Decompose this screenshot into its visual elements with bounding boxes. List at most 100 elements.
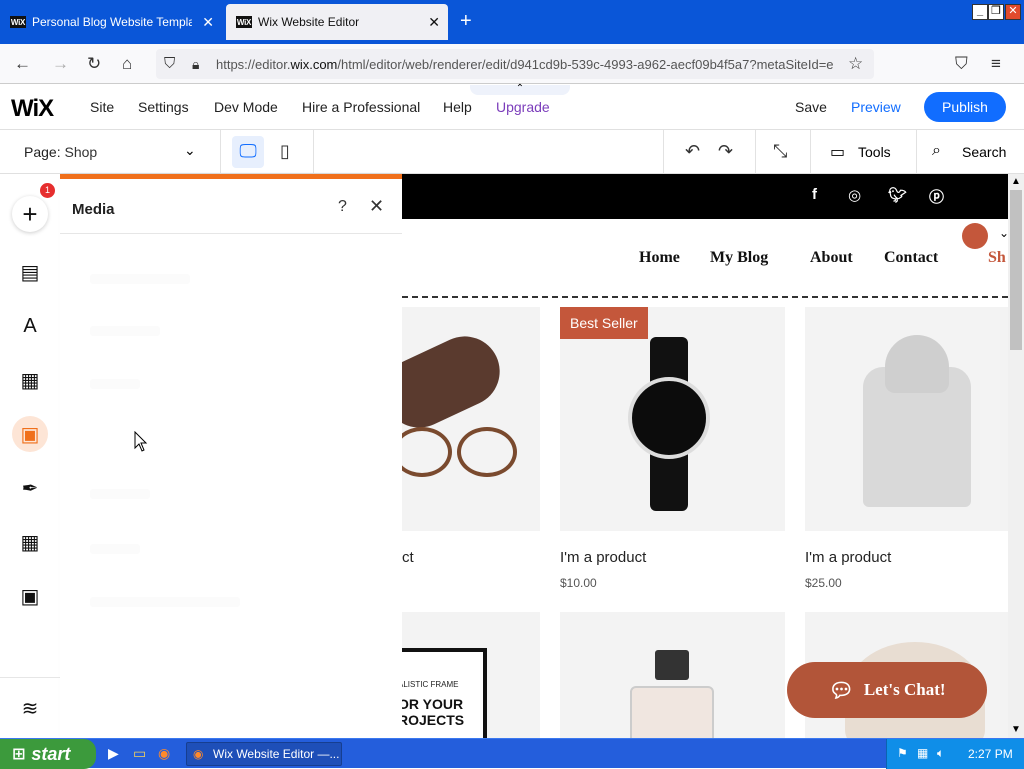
start-button[interactable]: ⊞ start (0, 739, 96, 769)
left-sidebar: + ▤ A ▦ ▣ ✒ ▦ ▣ ≋ (0, 174, 60, 738)
taskbar-item-wix-editor[interactable]: ◉ Wix Website Editor —... (186, 742, 342, 766)
menu-hire-professional[interactable]: Hire a Professional (302, 99, 420, 115)
tools-button[interactable]: ▭ Tools (830, 142, 891, 162)
new-tab-icon[interactable]: + (460, 10, 472, 32)
bookings-calendar-icon[interactable]: ▦ (12, 524, 48, 560)
product-image-frame[interactable]: ALISTIC FRAME OR YOUR ROJECTS (402, 612, 540, 738)
account-avatar-icon[interactable] (962, 223, 988, 249)
product-price: $25.00 (805, 576, 842, 590)
site-design-icon[interactable]: A (12, 308, 48, 344)
add-elements-icon[interactable]: + (12, 196, 48, 232)
redo-icon[interactable]: ↷ (718, 141, 733, 161)
window-close-icon[interactable]: ✕ (1005, 4, 1021, 20)
editor-toolbar: Page: Shop ⌄ 🖵︎ ▯ ↶ ↷ ⤡ ▭ Tools ⌕ Search (0, 130, 1024, 174)
layers-icon[interactable]: ≋ (12, 690, 48, 726)
forward-icon[interactable]: → (52, 54, 69, 74)
scrollbar-thumb[interactable] (1010, 190, 1022, 350)
collapse-toolbar-handle[interactable]: ⌃ (470, 84, 570, 95)
media-icon[interactable]: ▣ (12, 416, 48, 452)
scroll-down-icon[interactable]: ▼ (1011, 724, 1021, 735)
preview-button[interactable]: Preview (851, 99, 901, 115)
page-value: Shop (64, 144, 98, 160)
instagram-icon[interactable]: ◎ (848, 186, 861, 204)
zoom-out-icon[interactable]: ⤡ (773, 141, 787, 161)
desktop-view-button[interactable]: 🖵︎ (232, 136, 264, 168)
close-tab-icon[interactable]: ✕ (202, 14, 214, 31)
back-icon[interactable]: ← (14, 54, 31, 74)
site-nav-about[interactable]: About (810, 249, 853, 267)
wix-logo[interactable]: WiX (11, 95, 54, 123)
site-nav-shop[interactable]: Sh (988, 249, 1006, 267)
product-name[interactable]: I'm a product (805, 549, 891, 566)
publish-button[interactable]: Publish (924, 92, 1006, 122)
menu-upgrade[interactable]: Upgrade (496, 99, 550, 115)
facebook-icon[interactable]: f (812, 186, 817, 203)
firefox-icon: ◉ (193, 747, 204, 761)
firefox-icon[interactable]: ◉ (158, 745, 170, 762)
lets-chat-button[interactable]: 💬︎ Let's Chat! (787, 662, 987, 718)
pinterest-icon[interactable]: ⓟ (929, 186, 944, 207)
menu-icon[interactable]: ≡ (991, 54, 1001, 74)
divider (0, 677, 60, 678)
undo-icon[interactable]: ↶ (685, 141, 700, 161)
volume-icon[interactable]: 🔈︎ (937, 746, 944, 761)
menu-site[interactable]: Site (90, 99, 114, 115)
product-image-hoodie[interactable] (805, 307, 1008, 531)
apps-notification-badge: 1 (40, 183, 55, 198)
product-image-glasses[interactable] (402, 307, 540, 531)
taskbar-clock: 2:27 PM (968, 747, 1013, 761)
media-panel: Media ? ✕ (60, 174, 402, 738)
portfolio-icon[interactable]: ▣ (12, 578, 48, 614)
menu-settings[interactable]: Settings (138, 99, 189, 115)
media-player-icon[interactable]: ▶ (108, 745, 119, 762)
blog-pen-icon[interactable]: ✒ (12, 470, 48, 506)
site-nav-my-blog[interactable]: My Blog (710, 249, 768, 267)
minimize-icon[interactable]: _ (972, 4, 988, 20)
close-icon[interactable]: ✕ (369, 196, 384, 217)
product-image-perfume[interactable] (560, 612, 785, 738)
product-image-watch[interactable] (560, 307, 785, 531)
twitter-icon[interactable]: 🐦︎ (888, 186, 907, 204)
site-nav-home[interactable]: Home (639, 249, 680, 267)
windows-taskbar: ⊞ start ▶ ▭ ◉ ◉ Wix Website Editor —... … (0, 738, 1024, 769)
apps-icon[interactable]: ▦ (12, 362, 48, 398)
network-alert-icon[interactable]: ⚑ (897, 746, 908, 760)
explorer-folder-icon[interactable]: ▭ (133, 745, 146, 762)
reload-icon[interactable]: ↻ (87, 54, 101, 74)
chat-bubble-icon: 💬︎ (828, 679, 854, 702)
frame-text: ALISTIC FRAME (402, 680, 459, 689)
network-icon[interactable]: ▦ (917, 746, 928, 760)
close-tab-icon[interactable]: ✕ (428, 14, 440, 31)
vertical-scrollbar[interactable]: ▲ ▼ (1008, 174, 1024, 738)
tab-personal-blog[interactable]: WiX Personal Blog Website Templates | ✕ (0, 4, 222, 40)
wix-favicon-icon: WiX (236, 16, 252, 28)
watch-face-shape (628, 377, 710, 459)
home-icon[interactable]: ⌂ (122, 54, 132, 74)
product-name[interactable]: I'm a product (560, 549, 646, 566)
page-selector[interactable]: Page: Shop ⌄ (24, 142, 196, 160)
search-button[interactable]: ⌕ Search (932, 142, 1006, 160)
scroll-up-icon[interactable]: ▲ (1011, 176, 1021, 187)
help-icon[interactable]: ? (338, 198, 347, 216)
save-button[interactable]: Save (795, 99, 827, 115)
loading-placeholder (90, 326, 160, 336)
restore-icon[interactable]: ❐ (988, 4, 1004, 20)
url-bar[interactable]: ⛉ 🔒︎ https://editor.wix.com/html/editor/… (156, 49, 874, 79)
site-header-bar: f ◎ 🐦︎ ⓟ (402, 174, 1008, 219)
site-nav-contact[interactable]: Contact (884, 249, 938, 267)
search-label: Search (962, 144, 1007, 160)
shield-icon[interactable]: ⛉ (164, 54, 175, 74)
menu-help[interactable]: Help (443, 99, 472, 115)
desktop-icon: 🖵︎ (239, 141, 257, 161)
divider (755, 130, 756, 174)
product-name[interactable]: ct (402, 549, 414, 566)
lock-icon[interactable]: 🔒︎ (192, 54, 199, 74)
tab-wix-editor[interactable]: WiX Wix Website Editor ✕ (226, 4, 448, 40)
mobile-view-icon[interactable]: ▯ (280, 141, 290, 161)
pocket-icon[interactable]: ⛉ (955, 54, 968, 74)
pages-icon[interactable]: ▤ (12, 254, 48, 290)
menu-dev-mode[interactable]: Dev Mode (214, 99, 278, 115)
glasses-case-shape (402, 324, 512, 440)
chevron-down-icon[interactable]: ⌄ (999, 226, 1008, 240)
bookmark-star-icon[interactable]: ☆ (848, 54, 863, 74)
